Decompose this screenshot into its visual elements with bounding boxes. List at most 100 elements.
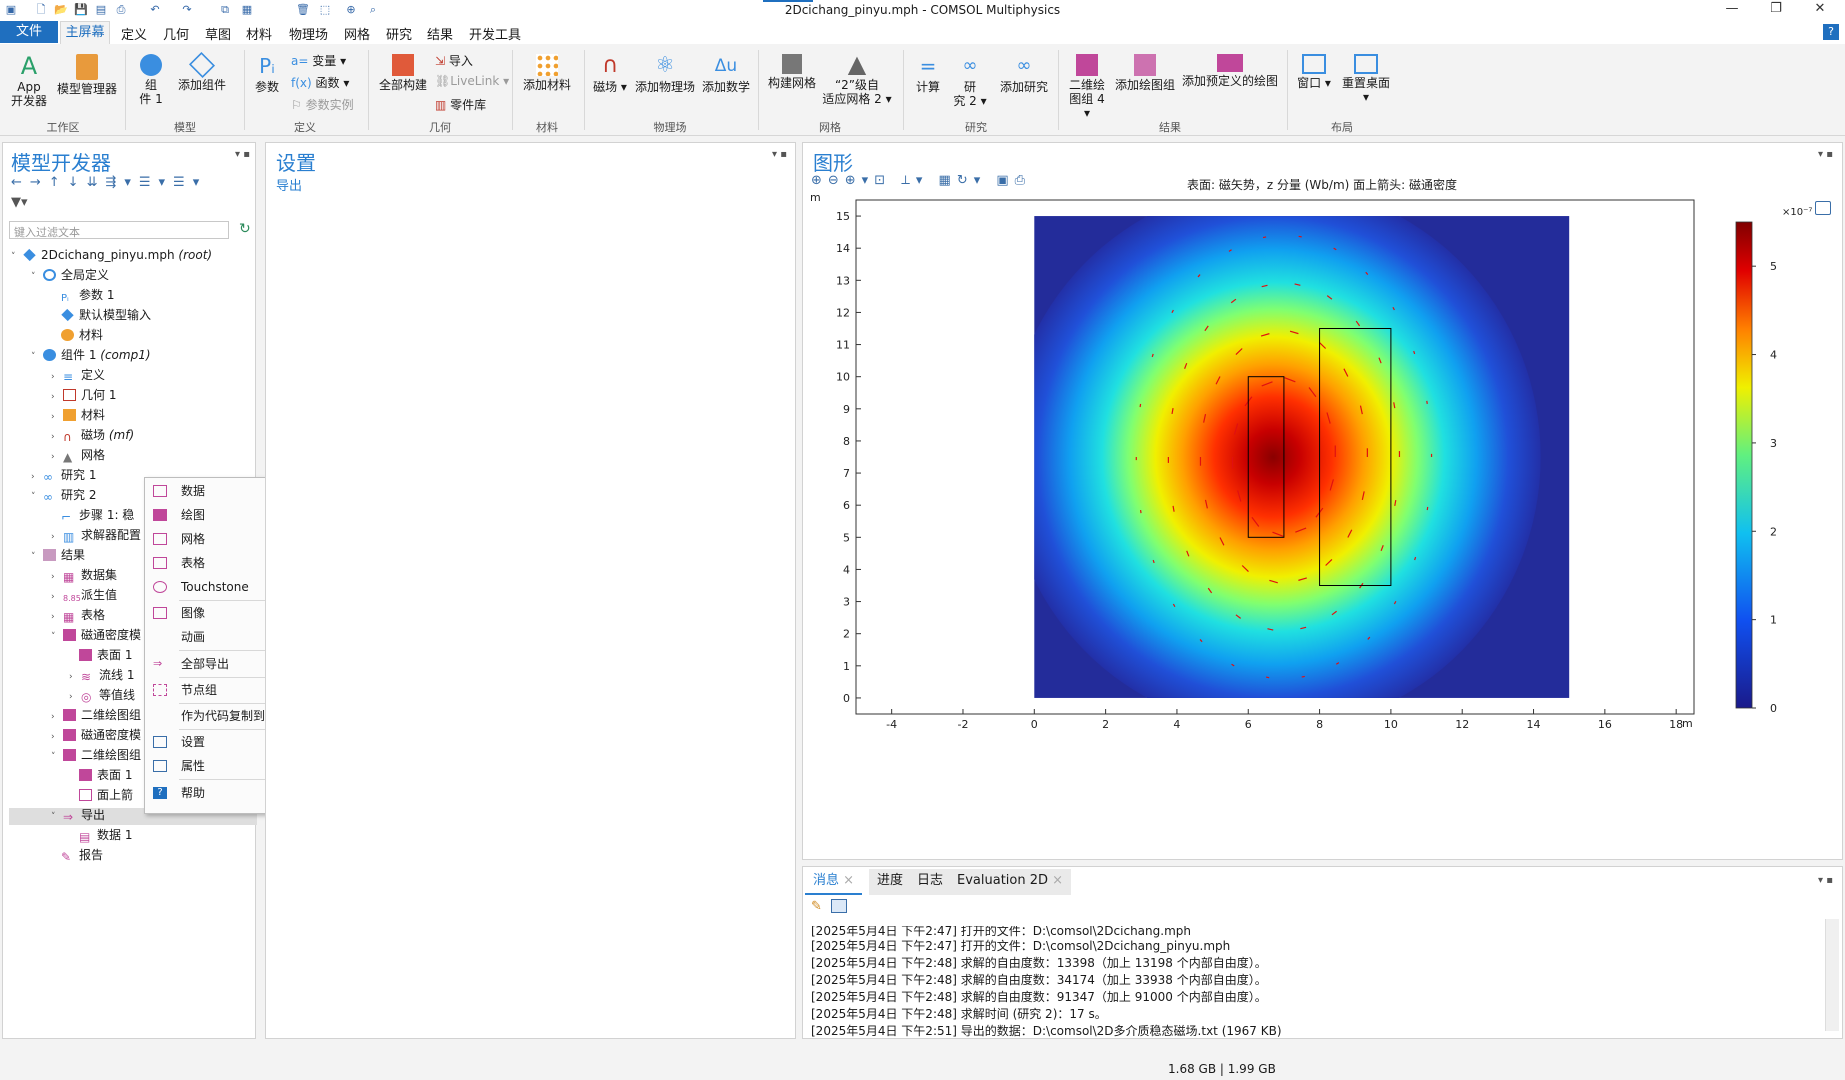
tree-study-1[interactable]: › ∞ 研究 1 xyxy=(31,467,96,484)
reset-desktop-button[interactable]: 重置桌面 ▾ xyxy=(1338,54,1394,104)
tree-data-1[interactable]: ▤ 数据 1 xyxy=(79,827,132,844)
group-separator xyxy=(125,50,126,130)
help-button[interactable]: ? xyxy=(1823,24,1839,40)
tree-default-inputs[interactable]: 默认模型输入 xyxy=(61,307,151,324)
add-plot-group-button[interactable]: 添加绘图组 xyxy=(1113,54,1177,92)
refresh-icon[interactable]: ↻ xyxy=(239,221,251,237)
menu-physics[interactable]: 物理场 xyxy=(289,24,328,43)
tree-derived-values[interactable]: › 8.85派生值 xyxy=(51,587,117,604)
tree-flux-density-2[interactable]: › 磁通密度模 xyxy=(51,727,141,744)
message-line: [2025年5月4日 下午2:48] 求解的自由度数：91347（加上 9100… xyxy=(811,990,1267,1004)
menu-definitions[interactable]: 定义 xyxy=(121,24,147,43)
livelink-button[interactable]: ⛓LiveLink ▾ xyxy=(435,74,509,88)
pane-menu-icon[interactable]: ▾ ▪ xyxy=(1818,875,1833,886)
study-2-button[interactable]: ∞ 研 究 2 ▾ xyxy=(950,54,990,108)
close-tab-icon[interactable]: × xyxy=(1052,873,1063,888)
tree-step-1[interactable]: ⌐ 步骤 1: 稳 xyxy=(61,507,134,524)
pane-menu-icon[interactable]: ▾ ▪ xyxy=(772,149,787,160)
tree-arrow-surface[interactable]: 面上箭 xyxy=(79,787,133,804)
minimize-button[interactable]: — xyxy=(1710,0,1754,20)
adaptive-mesh-button[interactable]: ▲ “2”级自 适应网格 2 ▾ xyxy=(822,52,892,106)
tree-magnetic-fields[interactable]: › ∩ 磁场 (mf) xyxy=(51,427,134,444)
compute-button[interactable]: = 计算 xyxy=(910,54,946,94)
param-cases-button[interactable]: ⚐ 参数实例 xyxy=(291,96,354,113)
menu-results[interactable]: 结果 xyxy=(427,24,453,43)
tree-export[interactable]: ˅ ⇒ 导出 xyxy=(51,807,105,824)
tree-contour[interactable]: › ◎ 等值线 xyxy=(69,687,135,704)
messages-scrollbar[interactable] xyxy=(1825,919,1839,1031)
build-mesh-button[interactable]: 构建网格 xyxy=(766,54,818,90)
tree-plot-group-2d-b[interactable]: ˅ 二维绘图组 xyxy=(51,747,141,764)
model-manager-icon xyxy=(76,54,98,80)
menu-developer[interactable]: 开发工具 xyxy=(469,24,521,43)
app-developer-button[interactable]: A App 开发器 xyxy=(8,54,50,108)
tab-messages[interactable]: 消息 × xyxy=(805,869,863,895)
y-tick-label: 3 xyxy=(843,596,850,609)
tree-surface-1[interactable]: 表面 1 xyxy=(79,647,132,664)
pane-menu-icon[interactable]: ▾ ▪ xyxy=(235,149,250,160)
part-library-button[interactable]: ▥ 零件库 xyxy=(435,96,486,113)
tree-root[interactable]: ˅ 2Dcichang_pinyu.mph (root) xyxy=(11,247,212,264)
plot-canvas[interactable]: 表面: 磁矢势，z 分量 (Wb/m) 面上箭头: 磁通密度 m -4 -2 0 2 4… xyxy=(802,142,1843,860)
menu-materials[interactable]: 材料 xyxy=(246,24,272,43)
plot-group-2d-button[interactable]: 二维绘 图组 4 ▾ xyxy=(1065,54,1109,120)
component-button[interactable]: 组 件 1 xyxy=(136,54,166,106)
menu-home-tab[interactable]: 主屏幕 xyxy=(60,21,110,44)
add-predefined-plot-button[interactable]: 添加预定义的绘图 xyxy=(1181,54,1279,88)
tree-global-definitions[interactable]: ˅ 全局定义 xyxy=(31,267,109,284)
copy-log-icon[interactable] xyxy=(831,899,847,913)
tree-params-1[interactable]: Pᵢ 参数 1 xyxy=(61,287,114,304)
menu-geometry[interactable]: 几何 xyxy=(163,24,189,43)
menu-study[interactable]: 研究 xyxy=(386,24,412,43)
magnetic-field-button[interactable]: ∩ 磁场 ▾ xyxy=(590,54,630,95)
build-all-button[interactable]: 全部构建 xyxy=(375,54,431,92)
tree-study-2[interactable]: ˅ ∞ 研究 2 xyxy=(31,487,96,504)
tree-definitions[interactable]: › ≡ 定义 xyxy=(51,367,105,384)
tree-plot-group-2d-a[interactable]: › 二维绘图组 xyxy=(51,707,141,724)
tree-report[interactable]: ✎ 报告 xyxy=(61,847,103,864)
tree-mesh[interactable]: › ▲ 网格 xyxy=(51,447,105,464)
filter-input[interactable]: 键入过滤文本 xyxy=(9,221,229,239)
tree-datasets[interactable]: › ▦ 数据集 xyxy=(51,567,117,584)
import-button[interactable]: ⇲ 导入 xyxy=(435,52,473,69)
tree-toolbar[interactable]: ←→↑↓⇊⇶▾☰▾☰▾ xyxy=(11,175,207,190)
menu-sketch[interactable]: 草图 xyxy=(205,24,231,43)
tab-log[interactable]: 日志 xyxy=(909,869,952,895)
windows-button[interactable]: 窗口 ▾ xyxy=(1296,54,1332,90)
maximize-button[interactable]: ❐ xyxy=(1754,0,1798,20)
tree-materials[interactable]: › 材料 xyxy=(51,407,105,424)
tab-progress[interactable]: 进度 xyxy=(869,869,912,895)
variables-button[interactable]: a= 变量 ▾ xyxy=(291,52,346,69)
add-study-button[interactable]: ∞ 添加研究 xyxy=(996,54,1052,94)
tree-geometry-1[interactable]: › 几何 1 xyxy=(51,387,116,404)
functions-button[interactable]: f(x) 函数 ▾ xyxy=(291,74,349,91)
tree-flux-density-1[interactable]: ˅ 磁通密度模 xyxy=(51,627,141,644)
tree-solver-config[interactable]: › ▥ 求解器配置 xyxy=(51,527,141,544)
tables-icon: ▦ xyxy=(63,610,75,624)
add-math-button[interactable]: Δu 添加数学 xyxy=(700,54,752,94)
table-icon xyxy=(153,557,167,569)
model-manager-button[interactable]: 模型管理器 xyxy=(54,54,120,96)
component-icon xyxy=(140,54,162,76)
close-tab-icon[interactable]: × xyxy=(843,873,854,888)
tree-results[interactable]: ˅ 结果 xyxy=(31,547,85,564)
node-group-icon xyxy=(153,684,167,696)
y-tick-label: 13 xyxy=(836,274,850,287)
x-tick-label: 16 xyxy=(1598,718,1612,731)
filter-icon[interactable]: ▼▾ xyxy=(11,195,28,210)
add-physics-button[interactable]: ⚛ 添加物理场 xyxy=(634,54,696,95)
tree-component-1[interactable]: ˅ 组件 1 (comp1) xyxy=(31,347,151,364)
tab-evaluation-2d[interactable]: Evaluation 2D × xyxy=(949,869,1072,895)
tree-global-materials[interactable]: 材料 xyxy=(61,327,103,344)
add-component-button[interactable]: 添加组件 xyxy=(176,51,228,92)
menu-file[interactable]: 文件 xyxy=(0,21,58,43)
clear-icon[interactable]: ✎ xyxy=(811,899,822,914)
menu-mesh[interactable]: 网格 xyxy=(344,24,370,43)
parameters-button[interactable]: Pᵢ 参数 xyxy=(252,54,282,94)
tree-tables[interactable]: › ▦ 表格 xyxy=(51,607,105,624)
close-button[interactable]: ✕ xyxy=(1798,0,1842,20)
add-material-button[interactable]: 添加材料 xyxy=(518,54,576,92)
x-tick-label: 0 xyxy=(1031,718,1038,731)
tree-streamline-1[interactable]: › ≋ 流线 1 xyxy=(69,667,134,684)
tree-surface-1b[interactable]: 表面 1 xyxy=(79,767,132,784)
